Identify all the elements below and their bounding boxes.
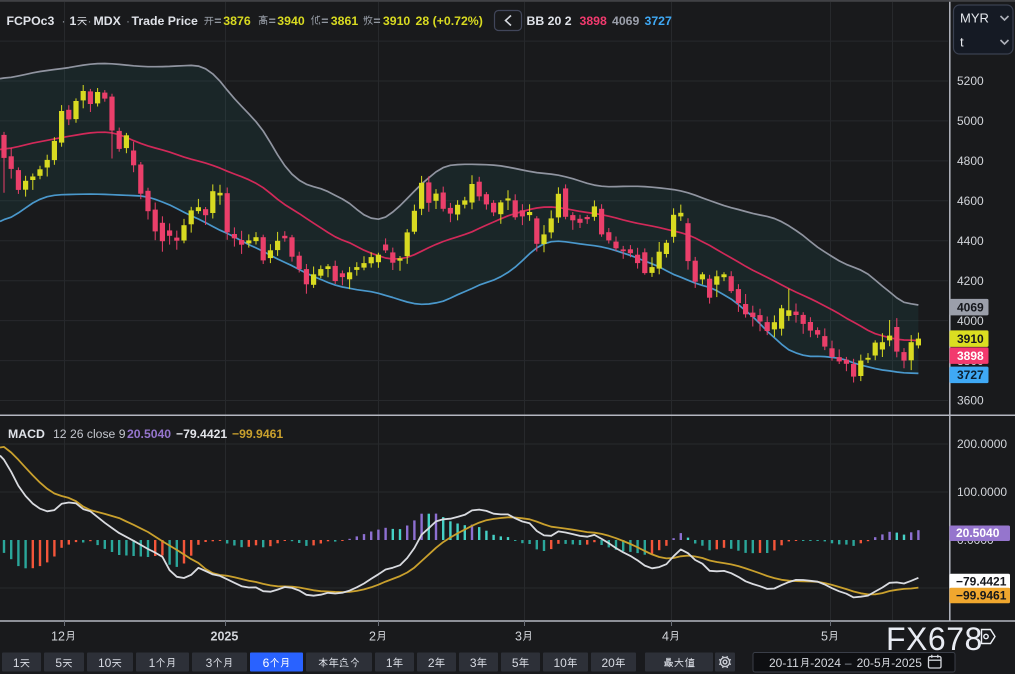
- svg-text:4400: 4400: [957, 234, 984, 248]
- svg-text:4800: 4800: [957, 154, 984, 168]
- svg-text:3910: 3910: [383, 14, 411, 28]
- svg-text:BB 20 2: BB 20 2: [527, 14, 572, 28]
- svg-text:MDX: MDX: [94, 14, 122, 28]
- svg-text:·: ·: [126, 14, 130, 28]
- svg-text:2: 2: [369, 630, 376, 644]
- svg-text:3600: 3600: [957, 394, 984, 408]
- svg-text:·: ·: [88, 14, 92, 28]
- svg-text:3727: 3727: [645, 14, 673, 28]
- svg-text:MACD: MACD: [8, 427, 45, 441]
- svg-text:4: 4: [662, 630, 669, 644]
- svg-text:1: 1: [149, 656, 156, 670]
- svg-text:5000: 5000: [957, 114, 984, 128]
- svg-text:3727: 3727: [957, 368, 984, 382]
- svg-text:100.0000: 100.0000: [957, 485, 1007, 499]
- svg-text:20.5040: 20.5040: [956, 526, 1000, 540]
- svg-text:4600: 4600: [957, 194, 984, 208]
- svg-text:3861: 3861: [331, 14, 359, 28]
- svg-text:4200: 4200: [957, 274, 984, 288]
- svg-text:20.5040: 20.5040: [127, 427, 171, 441]
- svg-text:3940: 3940: [277, 14, 305, 28]
- svg-text:5: 5: [821, 630, 828, 644]
- svg-text:3: 3: [515, 630, 522, 644]
- svg-text:2: 2: [428, 656, 435, 670]
- svg-text:10: 10: [98, 656, 112, 670]
- svg-text:=: =: [214, 14, 221, 28]
- svg-text:−99.9461: −99.9461: [232, 427, 283, 441]
- svg-text:3910: 3910: [957, 332, 984, 346]
- svg-text:Trade Price: Trade Price: [132, 14, 198, 28]
- svg-text:=: =: [269, 14, 276, 28]
- svg-text:3876: 3876: [223, 14, 251, 28]
- svg-text:10: 10: [554, 656, 568, 670]
- svg-text:–: –: [845, 656, 852, 670]
- svg-text:200.0000: 200.0000: [957, 437, 1007, 451]
- svg-text:20-11: 20-11: [769, 656, 799, 670]
- svg-text:12: 12: [51, 630, 65, 644]
- svg-text:−79.4421: −79.4421: [956, 575, 1007, 589]
- svg-text:1: 1: [386, 656, 393, 670]
- svg-text:20-5: 20-5: [857, 656, 881, 670]
- svg-text:1: 1: [13, 656, 20, 670]
- svg-text:=: =: [321, 14, 328, 28]
- svg-text:5: 5: [55, 656, 62, 670]
- svg-text:MYR: MYR: [960, 11, 989, 26]
- svg-text:FX678: FX678: [886, 621, 983, 657]
- svg-text:5200: 5200: [957, 74, 984, 88]
- svg-text:t: t: [960, 35, 964, 50]
- svg-text:3: 3: [470, 656, 477, 670]
- svg-text:2025: 2025: [211, 630, 239, 644]
- svg-text:FCPOc3: FCPOc3: [7, 14, 55, 28]
- svg-text:1: 1: [70, 14, 77, 28]
- svg-text:5: 5: [512, 656, 519, 670]
- svg-text:3898: 3898: [580, 14, 608, 28]
- svg-text:20: 20: [602, 656, 616, 670]
- svg-text:28 (+0.72%): 28 (+0.72%): [416, 14, 483, 28]
- svg-text:4069: 4069: [957, 300, 984, 314]
- svg-text:3: 3: [206, 656, 213, 670]
- svg-text:4069: 4069: [612, 14, 640, 28]
- svg-text:12 26 close 9: 12 26 close 9: [53, 427, 126, 441]
- svg-text:6: 6: [263, 656, 270, 670]
- svg-text:·: ·: [62, 14, 66, 28]
- svg-text:=: =: [373, 14, 380, 28]
- svg-text:-2024: -2024: [810, 656, 841, 670]
- svg-text:−79.4421: −79.4421: [176, 427, 227, 441]
- svg-text:-2025: -2025: [891, 656, 922, 670]
- svg-text:3898: 3898: [957, 349, 984, 363]
- svg-text:−99.9461: −99.9461: [956, 589, 1007, 603]
- svg-text:4000: 4000: [957, 314, 984, 328]
